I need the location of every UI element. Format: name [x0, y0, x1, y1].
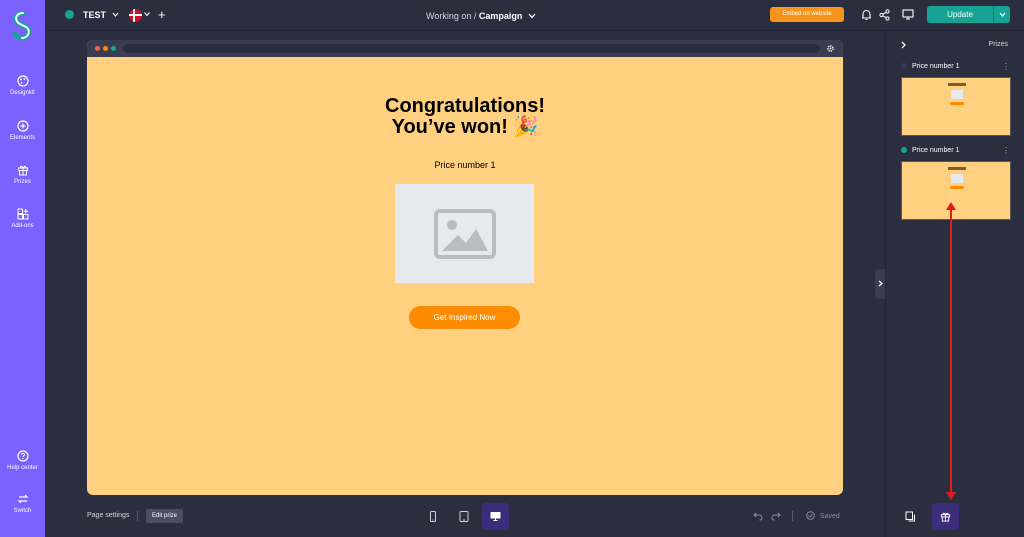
heading-line-1: Congratulations! — [385, 95, 545, 117]
current-page-name: Campaign — [478, 11, 523, 21]
sidebar-item-add-ons[interactable]: Add-ons — [0, 208, 45, 229]
chevron-down-icon — [999, 12, 1006, 17]
undo-icon[interactable] — [753, 511, 763, 521]
thumbnail-title — [948, 167, 966, 170]
panel-title: Prizes — [988, 41, 1008, 48]
left-sidebar: Designkit Elements Prizes Add-ons Help c… — [0, 0, 45, 537]
thumbnail-image — [951, 90, 963, 99]
prize-card-name: Price number 1 — [912, 147, 960, 154]
image-placeholder-icon — [434, 209, 496, 259]
working-on-breadcrumb[interactable]: Working on / Campaign — [426, 11, 536, 21]
tablet-view-button[interactable] — [451, 503, 478, 530]
chevron-right-icon[interactable] — [901, 41, 906, 49]
prize-name-text[interactable]: Price number 1 — [87, 160, 843, 170]
pages-view-button[interactable] — [897, 503, 924, 530]
language-flag-icon[interactable] — [129, 9, 142, 22]
sidebar-item-help-center[interactable]: Help center — [0, 450, 45, 471]
sidebar-item-elements[interactable]: Elements — [0, 120, 45, 141]
share-icon[interactable] — [879, 9, 890, 21]
sidebar-item-label: Elements — [9, 135, 35, 141]
get-inspired-button[interactable]: Get Inspired Now — [409, 306, 520, 329]
chevron-down-icon[interactable] — [112, 12, 119, 17]
window-dot-teal — [111, 46, 116, 51]
page-settings-link[interactable]: Page settings — [87, 512, 129, 519]
sidebar-item-label: Switch — [13, 508, 32, 514]
prize-status-dot — [901, 147, 907, 153]
thumbnail-title — [948, 83, 966, 86]
window-dot-orange — [103, 46, 108, 51]
tablet-icon — [459, 511, 469, 522]
saved-label: Saved — [819, 513, 840, 520]
preview-monitor-icon[interactable] — [902, 9, 914, 20]
sidebar-item-label: Add-ons — [11, 223, 34, 229]
plus-circle-icon — [16, 120, 29, 132]
add-language-button[interactable]: + — [158, 7, 166, 22]
thumbnail-image — [951, 174, 963, 183]
desktop-icon — [490, 512, 501, 521]
embed-on-website-button[interactable]: Embed on website — [770, 7, 844, 22]
browser-bar — [87, 40, 843, 57]
url-bar — [123, 44, 820, 53]
top-bar: TEST + Working on / Campaign Embed on we… — [45, 0, 1024, 31]
working-on-prefix: Working on / — [426, 11, 477, 21]
prize-status-dot — [901, 63, 907, 69]
annotation-arrow — [946, 202, 956, 500]
update-options-button[interactable] — [993, 6, 1010, 23]
bell-icon[interactable] — [861, 9, 872, 21]
sidebar-item-designkit[interactable]: Designkit — [0, 75, 45, 96]
sidebar-item-label: Prizes — [14, 179, 31, 185]
switch-icon — [17, 494, 28, 504]
prize-image-placeholder[interactable] — [395, 184, 534, 283]
prize-card-header[interactable]: Price number 1 — [901, 147, 959, 154]
saved-status: Saved — [806, 511, 840, 520]
prizes-view-button[interactable] — [932, 503, 959, 530]
sidebar-item-label: Designkit — [10, 90, 35, 96]
chevron-right-icon — [878, 280, 883, 287]
canvas-preview[interactable]: Congratulations! You’ve won! 🎉 Price num… — [87, 40, 843, 495]
prize-thumbnail[interactable] — [901, 77, 1011, 136]
divider — [137, 511, 138, 521]
status-dot — [65, 10, 74, 19]
thumbnail-button — [950, 186, 964, 189]
palette-icon — [16, 75, 29, 87]
desktop-view-button[interactable] — [482, 503, 509, 530]
sidebar-item-prizes[interactable]: Prizes — [0, 164, 45, 185]
thumbnail-button — [950, 102, 964, 105]
project-name[interactable]: TEST — [83, 10, 106, 20]
chevron-down-icon[interactable] — [144, 12, 150, 16]
divider — [792, 511, 793, 521]
update-button[interactable]: Update — [927, 6, 993, 23]
more-options-icon[interactable]: ⋮ — [1002, 146, 1010, 155]
check-circle-icon — [806, 511, 815, 520]
redo-icon[interactable] — [771, 511, 781, 521]
heading-line-2: You’ve won! 🎉 — [391, 116, 539, 138]
mobile-icon — [430, 511, 436, 522]
edit-prize-button[interactable]: Edit prize — [146, 509, 183, 523]
add-ons-icon — [17, 208, 28, 220]
sidebar-item-label: Help center — [7, 465, 38, 471]
app-logo-icon[interactable] — [11, 11, 35, 41]
more-options-icon[interactable]: ⋮ — [1002, 62, 1010, 71]
window-dot-red — [95, 46, 100, 51]
question-icon — [16, 450, 29, 462]
gift-icon — [17, 165, 28, 176]
sidebar-item-switch[interactable]: Switch — [0, 493, 45, 514]
congratulations-heading[interactable]: Congratulations! You’ve won! 🎉 — [87, 96, 843, 138]
gear-icon[interactable] — [826, 44, 835, 53]
chevron-down-icon — [528, 13, 536, 19]
copy-pages-icon — [905, 511, 915, 522]
prize-card-name: Price number 1 — [912, 63, 960, 70]
mobile-view-button[interactable] — [420, 503, 447, 530]
prize-card-header[interactable]: Price number 1 — [901, 63, 959, 70]
gift-icon — [940, 512, 951, 522]
